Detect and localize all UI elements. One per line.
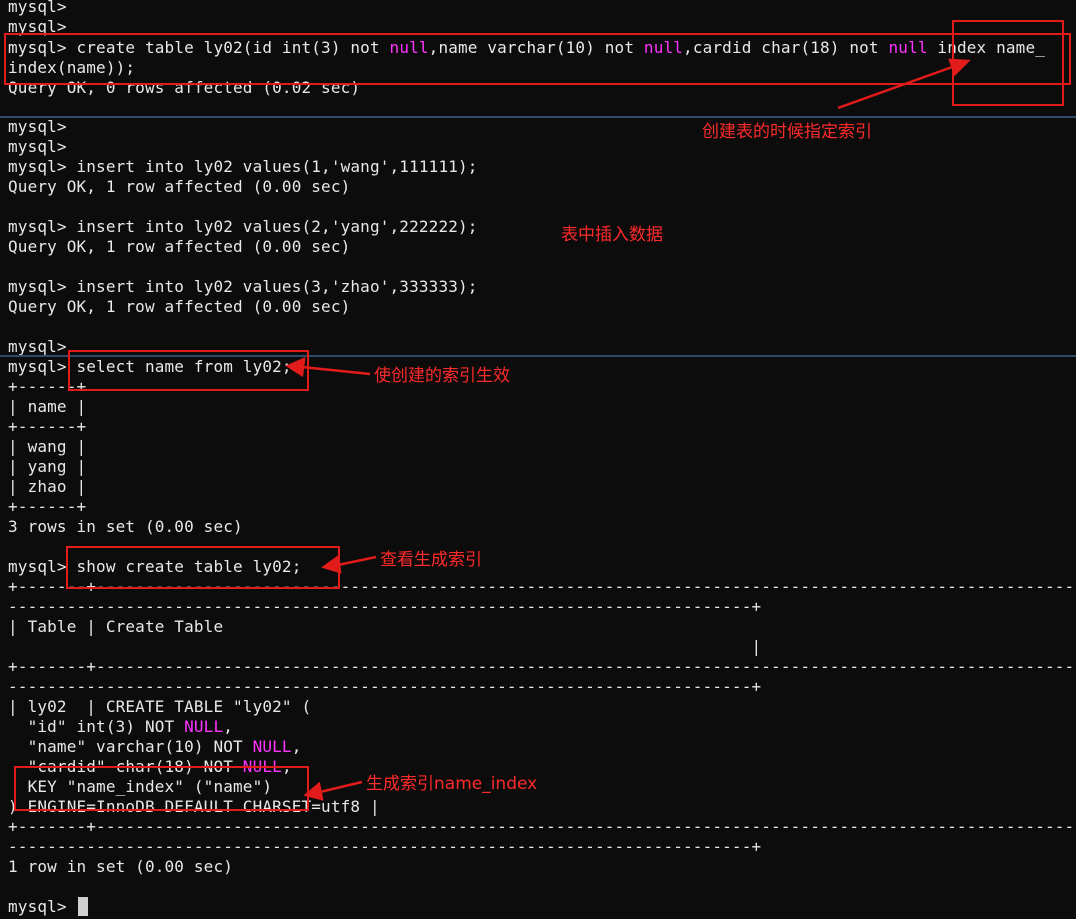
table-row: ) ENGINE=InnoDB DEFAULT CHARSET=utf8 | — [8, 797, 380, 816]
table-border: ----------------------------------------… — [8, 597, 762, 616]
prompt-line: mysql> — [8, 137, 67, 156]
table-row: "name" varchar(10) NOT NULL, — [8, 737, 302, 756]
query-result: 3 rows in set (0.00 sec) — [8, 517, 243, 536]
keyword-null: null — [389, 38, 429, 57]
table-header: | Table | Create Table — [8, 617, 224, 636]
table-border: +------+ — [8, 497, 87, 516]
annotation-activate-index: 使创建的索引生效 — [374, 366, 510, 386]
prompt-line: mysql> — [8, 0, 67, 16]
command-prompt[interactable]: mysql> — [8, 897, 76, 917]
query-result: 1 row in set (0.00 sec) — [8, 857, 234, 876]
annotation-view-index: 查看生成索引 — [380, 550, 482, 570]
prompt-line: mysql> — [8, 337, 67, 356]
keyword-null: null — [643, 38, 684, 57]
table-row: "id" int(3) NOT NULL, — [8, 717, 234, 736]
table-row: "cardid" char(18) NOT NULL, — [8, 757, 292, 776]
arrow-head-icon — [321, 554, 342, 574]
insert-command: mysql> insert into ly02 values(2,'yang',… — [8, 217, 478, 236]
table-border: +-------+-------------------------------… — [8, 657, 1076, 676]
table-border: +------+ — [8, 417, 87, 436]
table-border: ----------------------------------------… — [8, 677, 762, 696]
table-header-cont: | — [8, 637, 762, 656]
arrow-line — [337, 555, 377, 567]
insert-command: mysql> insert into ly02 values(3,'zhao',… — [8, 277, 478, 296]
prompt-line: mysql> — [8, 117, 67, 136]
text-cursor[interactable] — [78, 897, 88, 916]
pane-separator — [0, 116, 1076, 118]
table-header: | name | — [8, 397, 87, 416]
show-create-command: mysql> show create table ly02; — [8, 557, 302, 576]
prompt-line: mysql> — [8, 17, 67, 36]
table-border: +-------+-------------------------------… — [8, 577, 1076, 596]
insert-command: mysql> insert into ly02 values(1,'wang',… — [8, 157, 478, 176]
query-result: Query OK, 0 rows affected (0.02 sec) — [8, 78, 361, 97]
query-result: Query OK, 1 row affected (0.00 sec) — [8, 237, 351, 256]
create-table-command: mysql> create table ly02(id int(3) not n… — [8, 38, 1046, 57]
highlight-index-clause — [952, 20, 1064, 106]
annotation-create-index: 创建表的时候指定索引 — [702, 122, 872, 142]
create-table-command-cont: index(name)); — [8, 58, 136, 77]
arrow-line — [301, 365, 371, 376]
table-border: +------+ — [8, 377, 87, 396]
table-border: +-------+-------------------------------… — [8, 817, 1076, 836]
keyword-null: NULL — [252, 737, 292, 756]
annotation-insert-data: 表中插入数据 — [561, 225, 663, 245]
table-row: | zhao | — [8, 477, 87, 496]
arrow-line — [319, 780, 363, 794]
annotation-generated-index: 生成索引name_index — [366, 774, 538, 794]
select-command: mysql> select name from ly02; — [8, 357, 292, 376]
table-row: | yang | — [8, 457, 87, 476]
table-row: KEY "name_index" ("name") — [8, 777, 273, 796]
table-border: ----------------------------------------… — [8, 837, 762, 856]
table-row: | wang | — [8, 437, 87, 456]
keyword-null: NULL — [184, 717, 224, 736]
arrow-head-icon — [948, 58, 971, 77]
arrow-line — [837, 64, 956, 110]
query-result: Query OK, 1 row affected (0.00 sec) — [8, 177, 351, 196]
query-result: Query OK, 1 row affected (0.00 sec) — [8, 297, 351, 316]
keyword-null: null — [888, 38, 928, 57]
table-row: | ly02 | CREATE TABLE "ly02" ( — [8, 697, 312, 716]
keyword-null: NULL — [242, 757, 282, 776]
